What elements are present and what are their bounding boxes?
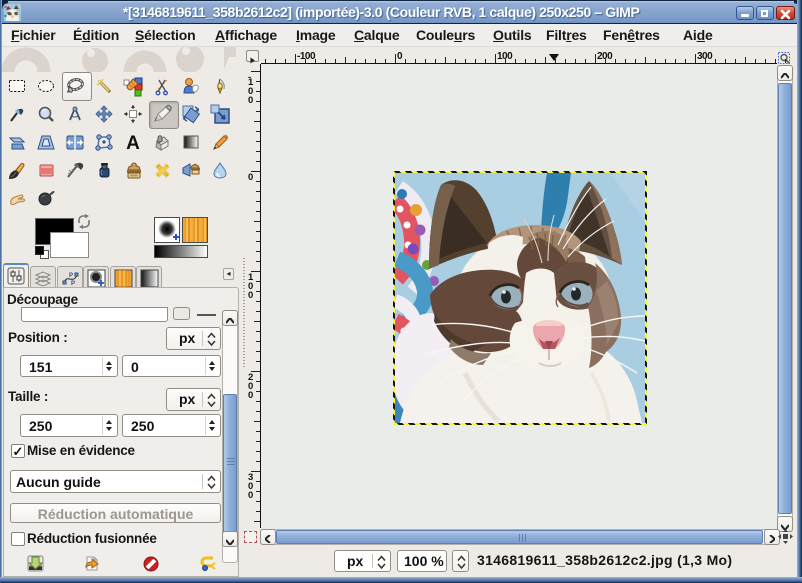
svg-text:P: P bbox=[69, 273, 73, 279]
svg-text:A: A bbox=[126, 133, 140, 153]
